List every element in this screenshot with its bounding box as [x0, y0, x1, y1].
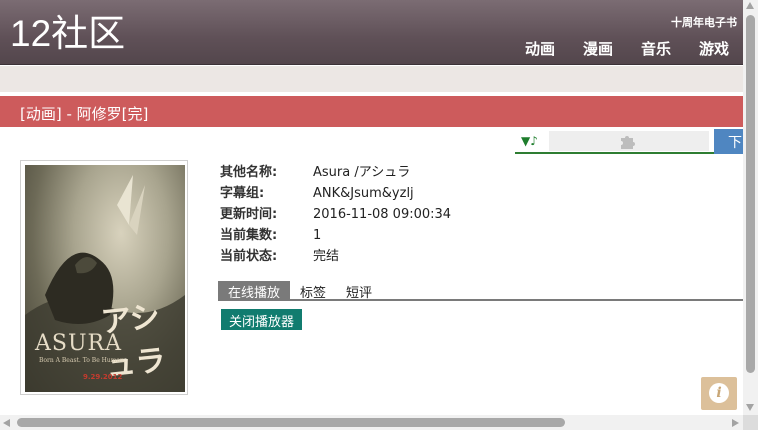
poster-frame: アシュラ ASURA Born A Beast. To Be Human. 9.… [20, 160, 188, 395]
plugin-area[interactable] [549, 131, 709, 151]
info-label: 其他名称: [220, 165, 278, 180]
tab-tags[interactable]: 标签 [290, 281, 336, 301]
page-title: [动画] - 阿修罗[完] [20, 105, 149, 123]
nav-item-anime[interactable]: 动画 [525, 38, 555, 59]
info-value: 1 [313, 228, 322, 243]
detail-tabs: 在线播放 标签 短评 [218, 281, 743, 301]
info-row-episodes: 当前集数: 1 [220, 225, 451, 246]
site-header: 12社区 十周年电子书 动画 漫画 音乐 游戏 [0, 0, 743, 65]
poster-tagline: Born A Beast. To Be Human. [39, 357, 126, 364]
poster-date: 9.29.2012 [83, 373, 123, 381]
nav-item-games[interactable]: 游戏 [699, 38, 729, 59]
horizontal-scroll-thumb[interactable] [17, 418, 565, 427]
info-label: 当前集数: [220, 228, 278, 243]
scroll-up-icon[interactable] [746, 2, 754, 9]
info-button[interactable]: i [701, 377, 737, 410]
media-toolbar: ▼♪ [515, 131, 715, 154]
info-icon: i [709, 383, 729, 403]
info-value: Asura /アシュラ [313, 165, 411, 180]
site-logo[interactable]: 12社区 [10, 12, 125, 56]
poster-title: ASURA [35, 331, 122, 356]
download-button[interactable]: 下 [714, 129, 743, 154]
horizontal-scrollbar[interactable] [0, 415, 743, 430]
nav-item-manga[interactable]: 漫画 [583, 38, 613, 59]
info-label: 当前状态: [220, 249, 278, 264]
nav-item-music[interactable]: 音乐 [641, 38, 671, 59]
title-bar: [动画] - 阿修罗[完] [0, 96, 743, 127]
info-row-aliases: 其他名称: Asura /アシュラ [220, 162, 451, 183]
info-label: 字幕组: [220, 186, 265, 201]
info-label: 更新时间: [220, 207, 278, 222]
sub-nav-bar [0, 66, 743, 92]
page-viewport: 12社区 十周年电子书 动画 漫画 音乐 游戏 [动画] - 阿修罗[完] ▼♪… [0, 0, 743, 415]
info-value: 完结 [313, 249, 340, 264]
close-player-button[interactable]: 关闭播放器 [221, 309, 303, 330]
anime-info: 其他名称: Asura /アシュラ 字幕组: ANK&Jsum&yzlj 更新时… [220, 162, 451, 267]
info-row-status: 当前状态: 完结 [220, 246, 451, 267]
scroll-right-icon[interactable] [732, 419, 739, 427]
tab-online-play[interactable]: 在线播放 [218, 281, 291, 301]
main-nav: 动画 漫画 音乐 游戏 [525, 38, 729, 59]
info-row-updated: 更新时间: 2016-11-08 09:00:34 [220, 204, 451, 225]
poster-image: アシュラ ASURA Born A Beast. To Be Human. 9.… [25, 165, 185, 392]
info-row-subgroup: 字幕组: ANK&Jsum&yzlj [220, 183, 451, 204]
music-toggle-icon[interactable]: ▼♪ [521, 134, 538, 148]
scroll-left-icon[interactable] [3, 419, 10, 427]
scroll-down-icon[interactable] [746, 404, 754, 411]
ebook-link[interactable]: 十周年电子书 [671, 14, 737, 30]
vertical-scroll-thumb[interactable] [746, 15, 755, 373]
scrollbar-corner [743, 415, 758, 430]
tab-reviews[interactable]: 短评 [336, 281, 382, 301]
info-value: ANK&Jsum&yzlj [313, 186, 414, 201]
info-value: 2016-11-08 09:00:34 [313, 207, 452, 222]
vertical-scrollbar[interactable] [743, 0, 758, 415]
puzzle-icon [621, 136, 635, 149]
